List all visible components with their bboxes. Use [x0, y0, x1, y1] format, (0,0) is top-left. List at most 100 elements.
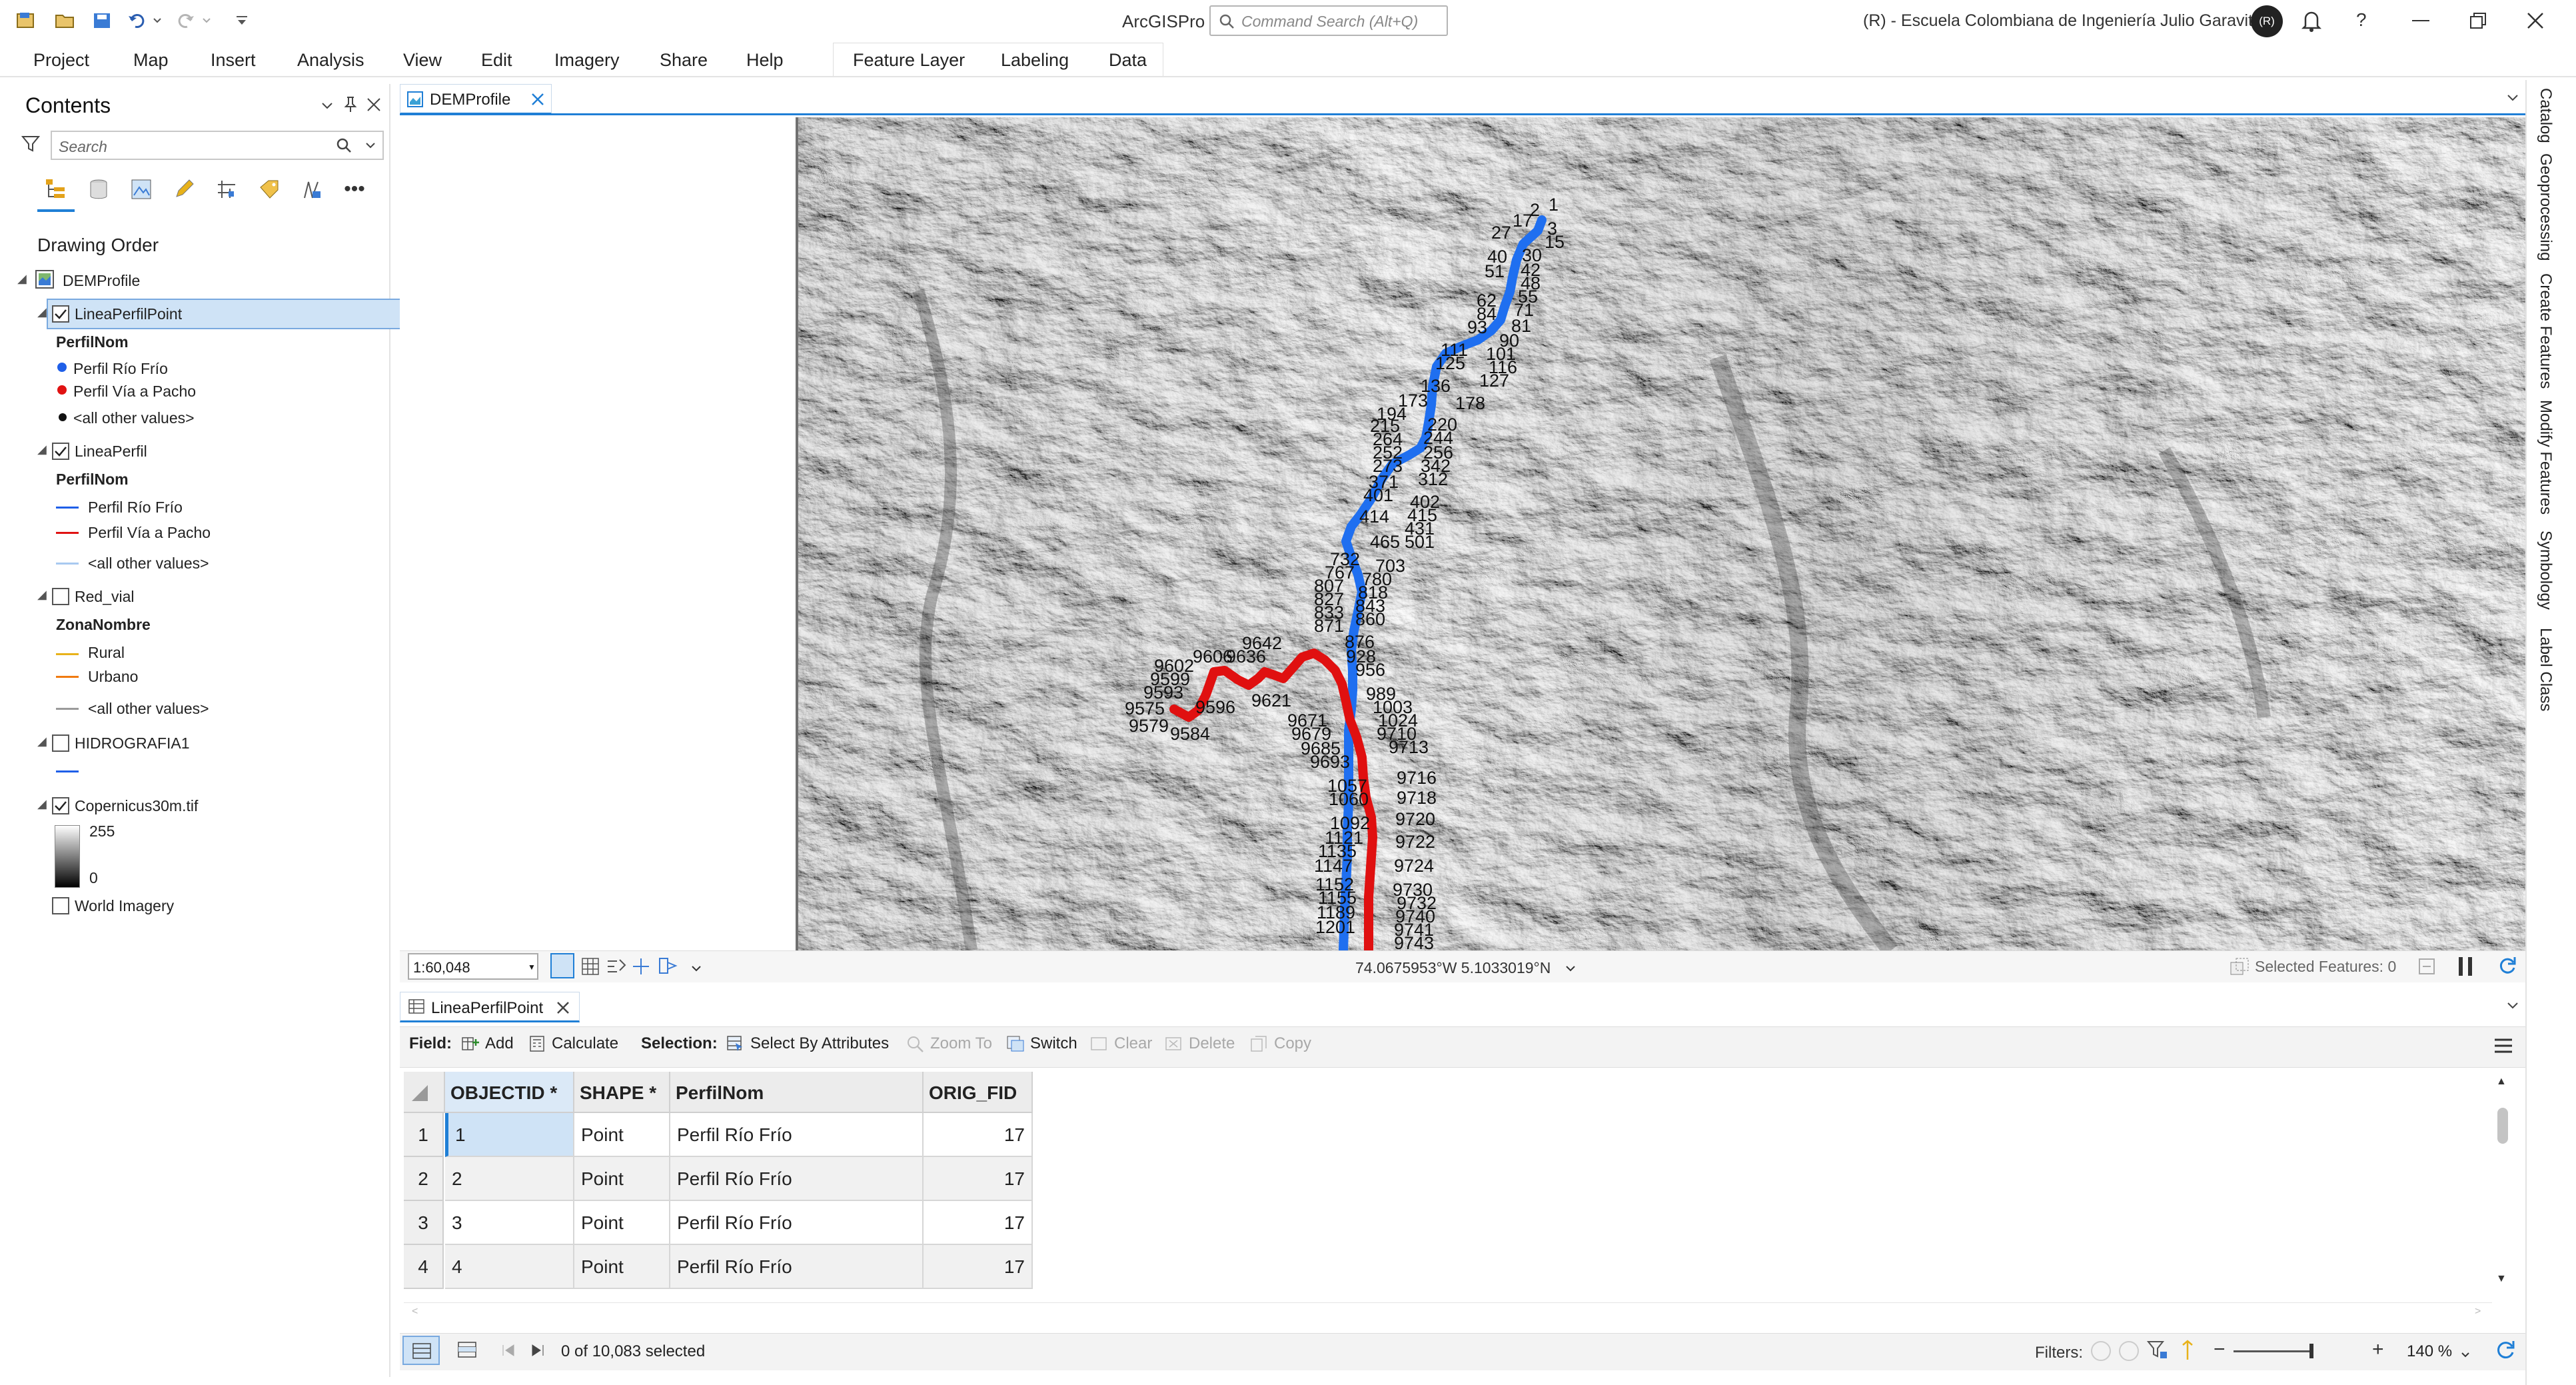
- cell-shape[interactable]: Point: [574, 1113, 670, 1157]
- cell-perfilnom[interactable]: Perfil Río Frío: [670, 1113, 924, 1157]
- zoom-in-icon[interactable]: +: [2372, 1338, 2384, 1361]
- close-tab-icon[interactable]: [556, 1001, 570, 1018]
- undo-icon[interactable]: [125, 9, 148, 32]
- tab-demprofile-map[interactable]: DEMProfile: [400, 84, 552, 115]
- coordinate-format-chevron-icon[interactable]: [1566, 964, 1575, 976]
- filter-icon[interactable]: [21, 135, 41, 157]
- layer-name[interactable]: World Imagery: [75, 897, 174, 915]
- zoom-slider-track[interactable]: [2234, 1350, 2313, 1352]
- refresh-icon[interactable]: [2497, 956, 2517, 979]
- filter-by-time-icon[interactable]: [2119, 1341, 2139, 1361]
- cell-perfilnom[interactable]: Perfil Río Frío: [670, 1201, 924, 1245]
- close-window-icon[interactable]: [2527, 12, 2544, 33]
- calculate-field-button[interactable]: Calculate: [528, 1034, 618, 1053]
- clear-selection-button[interactable]: Clear: [1090, 1034, 1152, 1053]
- dock-tab-catalog[interactable]: Catalog: [2536, 88, 2555, 143]
- menu-project[interactable]: Project: [33, 48, 89, 72]
- notifications-bell-icon[interactable]: [2301, 9, 2322, 35]
- cell-objectid[interactable]: 2: [445, 1157, 574, 1201]
- row-number[interactable]: 3: [404, 1201, 444, 1245]
- tab-data[interactable]: Data: [1109, 48, 1147, 72]
- cell-perfilnom[interactable]: Perfil Río Frío: [670, 1157, 924, 1201]
- show-selected-records-icon[interactable]: [457, 1341, 477, 1362]
- copy-button[interactable]: Copy: [1250, 1034, 1311, 1053]
- row-number[interactable]: 1: [404, 1113, 444, 1157]
- switch-selection-button[interactable]: Switch: [1006, 1034, 1077, 1053]
- menu-insert[interactable]: Insert: [211, 48, 256, 72]
- cell-shape[interactable]: Point: [574, 1201, 670, 1245]
- collapse-arrow-icon[interactable]: ◢: [37, 305, 47, 319]
- list-by-drawing-order-icon[interactable]: [40, 173, 72, 205]
- layer-name[interactable]: Copernicus30m.tif: [75, 797, 198, 815]
- menu-map[interactable]: Map: [133, 48, 169, 72]
- redo-dropdown-icon[interactable]: [200, 9, 213, 32]
- save-icon[interactable]: [91, 9, 113, 32]
- layer-name[interactable]: LineaPerfil: [75, 443, 147, 461]
- cell-objectid[interactable]: 3: [445, 1201, 574, 1245]
- layer-checkbox[interactable]: [52, 897, 69, 914]
- menu-help[interactable]: Help: [746, 48, 784, 72]
- cell-perfilnom[interactable]: Perfil Río Frío: [670, 1245, 924, 1289]
- list-by-snapping-icon[interactable]: [211, 173, 243, 205]
- show-all-records-button[interactable]: [402, 1336, 440, 1365]
- zoom-out-icon[interactable]: −: [2214, 1338, 2226, 1361]
- snapping-icon[interactable]: [606, 957, 628, 979]
- table-vertical-scrollbar[interactable]: ▲ ▼: [2492, 1073, 2512, 1294]
- menu-view[interactable]: View: [403, 48, 442, 72]
- restore-icon[interactable]: [2469, 12, 2487, 33]
- row-header-corner[interactable]: [404, 1072, 445, 1113]
- layer-checkbox[interactable]: [52, 443, 69, 460]
- tab-labeling[interactable]: Labeling: [1001, 48, 1069, 72]
- pin-icon[interactable]: [344, 96, 357, 117]
- cell-shape[interactable]: Point: [574, 1157, 670, 1201]
- zoom-percentage[interactable]: 140 %: [2407, 1342, 2452, 1361]
- chevron-down-icon[interactable]: [692, 964, 701, 976]
- fixed-zoom-icon[interactable]: [550, 953, 574, 978]
- close-tab-icon[interactable]: [531, 93, 544, 109]
- open-project-icon[interactable]: [53, 9, 76, 32]
- list-by-perspective-imagery-icon[interactable]: [296, 173, 328, 205]
- search-dropdown-icon[interactable]: [365, 141, 376, 153]
- layer-checkbox[interactable]: [52, 734, 69, 752]
- zoom-slider-thumb[interactable]: [2309, 1344, 2313, 1358]
- layer-name[interactable]: HIDROGRAFIA1: [75, 734, 190, 752]
- layer-checkbox[interactable]: [52, 797, 69, 814]
- layer-name[interactable]: Red_vial: [75, 588, 135, 606]
- table-menu-icon[interactable]: [2493, 1037, 2513, 1058]
- dock-tab-symbology[interactable]: Symbology: [2536, 531, 2555, 610]
- redo-icon[interactable]: [175, 9, 197, 32]
- last-record-icon[interactable]: [530, 1344, 545, 1360]
- map-empty-area[interactable]: [400, 119, 796, 950]
- list-by-editing-icon[interactable]: [168, 173, 200, 205]
- cell-objectid[interactable]: 4: [445, 1245, 574, 1289]
- filter-by-extent-icon[interactable]: [2091, 1341, 2111, 1361]
- column-header-orig-fid[interactable]: ORIG_FID: [924, 1072, 1033, 1113]
- zoom-dropdown-icon[interactable]: [2461, 1349, 2469, 1361]
- correction-icon[interactable]: [657, 956, 680, 979]
- tabs-overflow-chevron-icon[interactable]: [2507, 93, 2519, 105]
- list-by-labeling-icon[interactable]: [253, 173, 285, 205]
- menu-share[interactable]: Share: [660, 48, 708, 72]
- cell-shape[interactable]: Point: [574, 1245, 670, 1289]
- column-header-objectid[interactable]: OBJECTID *: [445, 1072, 574, 1113]
- layer-name[interactable]: LineaPerfilPoint: [75, 305, 182, 323]
- tab-attribute-table[interactable]: LineaPerfilPoint: [400, 992, 580, 1022]
- filter-by-definition-query-icon[interactable]: [2146, 1340, 2168, 1364]
- minimize-icon[interactable]: [2412, 20, 2429, 21]
- column-header-shape[interactable]: SHAPE *: [574, 1072, 670, 1113]
- dock-tab-modify-features[interactable]: Modify Features: [2536, 400, 2555, 515]
- column-header-perfilnom[interactable]: PerfilNom: [670, 1072, 924, 1113]
- cell-orig-fid[interactable]: 17: [924, 1201, 1033, 1245]
- new-project-icon[interactable]: [15, 9, 37, 32]
- menu-edit[interactable]: Edit: [481, 48, 512, 72]
- pane-options-chevron-icon[interactable]: [321, 101, 333, 113]
- cell-orig-fid[interactable]: 17: [924, 1157, 1033, 1201]
- constraints-icon[interactable]: [632, 957, 650, 979]
- collapse-arrow-icon[interactable]: ◢: [37, 443, 47, 457]
- table-options-chevron-icon[interactable]: [2507, 1001, 2519, 1013]
- command-search-input[interactable]: Command Search (Alt+Q): [1209, 5, 1448, 36]
- first-record-icon[interactable]: [501, 1344, 516, 1360]
- scroll-down-icon[interactable]: ▼: [2496, 1273, 2507, 1285]
- layer-checkbox[interactable]: [52, 305, 69, 323]
- customize-toolbar-icon[interactable]: [231, 9, 253, 32]
